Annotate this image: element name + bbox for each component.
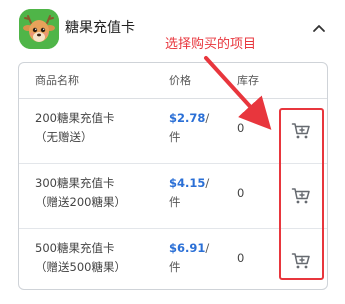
product-name-line: （赠送200糖果） [35, 195, 126, 209]
price-unit: 件 [169, 195, 181, 209]
product-name-line: 500糖果充值卡 [35, 241, 115, 255]
column-header-price: 价格 [169, 74, 191, 87]
table-header: 商品名称 价格 库存 [19, 63, 327, 99]
product-name-line: （无赠送） [35, 130, 93, 144]
product-name: 300糖果充值卡 （赠送200糖果） [35, 174, 160, 212]
annotation-label: 选择购买的项目 [165, 37, 257, 52]
price-unit: 件 [169, 130, 181, 144]
price-value: $4.15 [169, 176, 206, 190]
column-header-name: 商品名称 [35, 74, 79, 87]
price-unit: / [205, 176, 210, 190]
price-unit: / [205, 241, 210, 255]
product-title: 糖果充值卡 [65, 20, 135, 36]
purchase-panel: 糖果充值卡 选择购买的项目 商品名称 价格 库存 200糖果充值卡 （无赠送） … [0, 0, 345, 304]
price-value: $6.91 [169, 241, 206, 255]
price-value: $2.78 [169, 111, 206, 125]
product-name-line: 300糖果充值卡 [35, 176, 115, 190]
price-unit: / [205, 111, 210, 125]
stock-count: 0 [237, 251, 245, 265]
column-header-stock: 库存 [237, 74, 259, 87]
product-price: $6.91/ 件 [169, 239, 227, 277]
stock-count: 0 [237, 186, 245, 200]
stock-count: 0 [237, 121, 245, 135]
chevron-up-icon[interactable] [311, 20, 327, 34]
product-name: 200糖果充值卡 （无赠送） [35, 109, 160, 147]
product-name-line: （赠送500糖果） [35, 260, 126, 274]
product-name: 500糖果充值卡 （赠送500糖果） [35, 239, 160, 277]
product-price: $2.78/ 件 [169, 109, 227, 147]
product-price: $4.15/ 件 [169, 174, 227, 212]
product-name-line: 200糖果充值卡 [35, 111, 115, 125]
deer-icon [19, 9, 59, 49]
cart-highlight-box [279, 108, 324, 280]
price-unit: 件 [169, 260, 181, 274]
